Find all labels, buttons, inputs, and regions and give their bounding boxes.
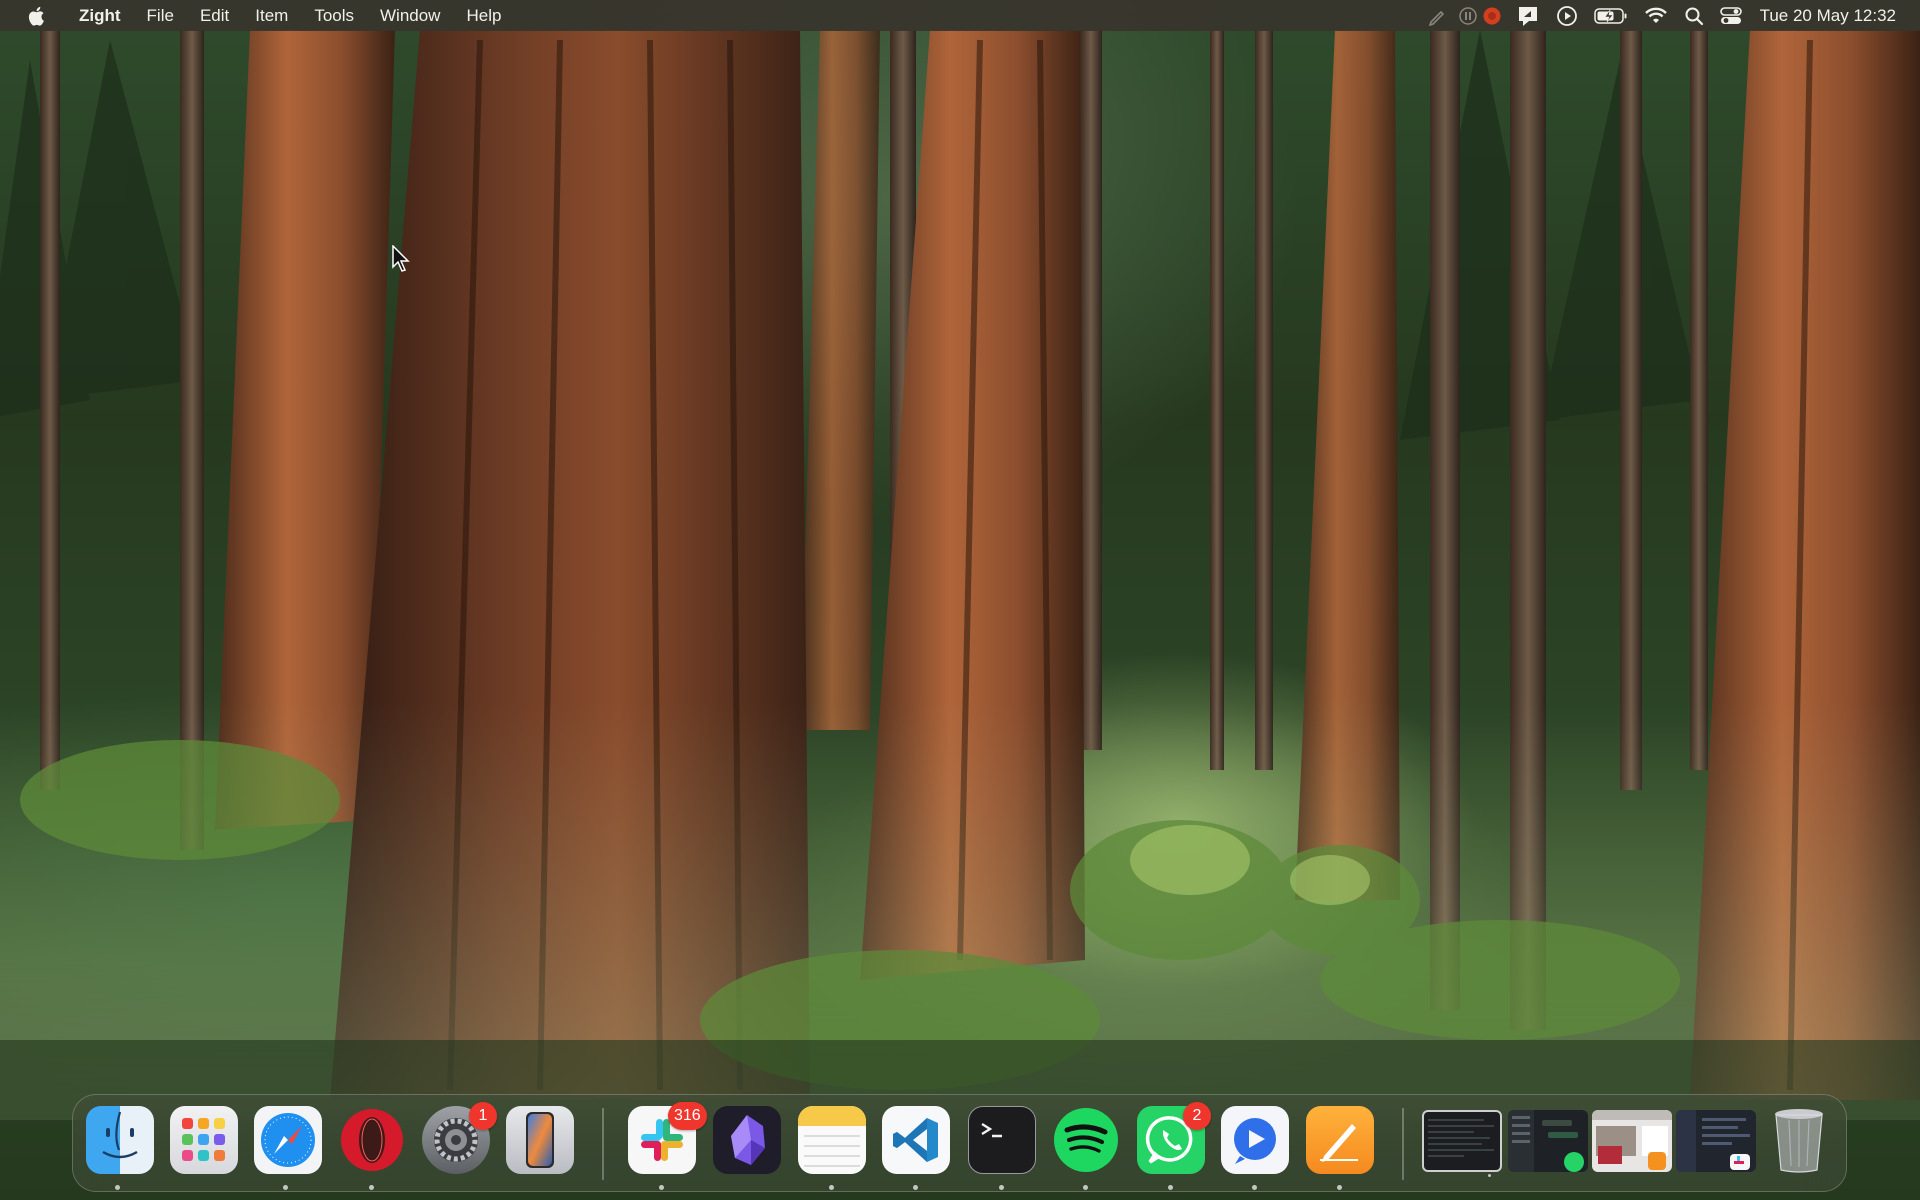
recent-window-whatsapp[interactable] bbox=[1508, 1110, 1588, 1172]
launchpad-icon bbox=[182, 1118, 225, 1161]
menubar-clock[interactable]: Tue 20 May 12:32 bbox=[1760, 6, 1896, 26]
running-indicator bbox=[369, 1185, 374, 1190]
recent-window-terminal[interactable] bbox=[1422, 1110, 1502, 1172]
status-area: Tue 20 May 12:32 bbox=[1420, 0, 1920, 31]
obsidian-icon bbox=[731, 1115, 765, 1165]
running-indicator bbox=[1337, 1185, 1342, 1190]
menu-edit[interactable]: Edit bbox=[187, 0, 242, 31]
running-indicator bbox=[1083, 1185, 1088, 1190]
dock-app-obsidian[interactable] bbox=[713, 1106, 781, 1174]
trash-icon bbox=[1775, 1109, 1823, 1173]
dock-app-safari[interactable] bbox=[254, 1106, 322, 1174]
whatsapp-badge: 2 bbox=[1183, 1102, 1211, 1130]
running-indicator bbox=[999, 1185, 1004, 1190]
running-indicator bbox=[1252, 1185, 1257, 1190]
dock-trash[interactable] bbox=[1765, 1106, 1833, 1174]
running-indicator bbox=[1168, 1185, 1173, 1190]
opera-icon bbox=[341, 1109, 403, 1171]
dock-separator bbox=[602, 1108, 604, 1180]
terminal-icon bbox=[981, 1122, 1002, 1138]
iphone-mirroring-icon bbox=[526, 1112, 554, 1168]
running-indicator bbox=[829, 1185, 834, 1190]
running-indicator bbox=[283, 1185, 288, 1190]
menu-app-name[interactable]: Zight bbox=[66, 0, 134, 31]
pen-icon[interactable] bbox=[1428, 0, 1448, 31]
settings-badge: 1 bbox=[469, 1102, 497, 1130]
notes-icon bbox=[798, 1106, 866, 1167]
safari-icon bbox=[261, 1113, 315, 1167]
dock-app-opera[interactable] bbox=[338, 1106, 406, 1174]
running-indicator bbox=[659, 1185, 664, 1190]
whatsapp-thumbnail-icon bbox=[1508, 1110, 1584, 1172]
menu-tools[interactable]: Tools bbox=[301, 0, 367, 31]
search-icon[interactable] bbox=[1684, 0, 1704, 31]
menu-bar: Zight File Edit Item Tools Window Help T… bbox=[0, 0, 1920, 31]
menu-help[interactable]: Help bbox=[453, 0, 514, 31]
dock-app-pencil[interactable] bbox=[1306, 1106, 1374, 1174]
zight-icon bbox=[1234, 1118, 1276, 1164]
terminal-thumbnail-icon bbox=[1428, 1119, 1494, 1157]
pencil-icon bbox=[1320, 1124, 1358, 1162]
play-circle-icon[interactable] bbox=[1556, 0, 1578, 31]
menu-item[interactable]: Item bbox=[242, 0, 301, 31]
menu-file[interactable]: File bbox=[134, 0, 187, 31]
finder-icon bbox=[102, 1111, 138, 1159]
control-center-icon[interactable] bbox=[1719, 0, 1742, 31]
pause-recording-icon[interactable] bbox=[1458, 0, 1478, 31]
vscode-icon bbox=[893, 1118, 938, 1162]
dock-app-vscode[interactable] bbox=[882, 1106, 950, 1174]
running-indicator bbox=[115, 1185, 120, 1190]
desktop-wallpaper bbox=[0, 0, 1920, 1200]
slack-thumbnail-icon bbox=[1676, 1110, 1750, 1172]
recent-window-slack[interactable] bbox=[1676, 1110, 1756, 1172]
mouse-cursor-icon bbox=[392, 244, 410, 278]
dock-app-launchpad[interactable] bbox=[170, 1106, 238, 1174]
dock-app-finder[interactable] bbox=[86, 1106, 154, 1174]
menu-window[interactable]: Window bbox=[367, 0, 453, 31]
dock-app-notes[interactable] bbox=[798, 1106, 866, 1174]
slack-badge: 316 bbox=[668, 1102, 707, 1130]
wifi-icon[interactable] bbox=[1644, 0, 1668, 31]
apple-menu-icon[interactable] bbox=[24, 3, 50, 29]
recent-window-sketch[interactable] bbox=[1592, 1110, 1672, 1172]
running-indicator bbox=[913, 1185, 918, 1190]
dock-separator bbox=[1402, 1108, 1404, 1180]
battery-charging-icon[interactable] bbox=[1593, 0, 1628, 31]
dock-app-terminal[interactable] bbox=[968, 1106, 1036, 1174]
dock-app-zight[interactable] bbox=[1221, 1106, 1289, 1174]
zight-icon[interactable] bbox=[1516, 0, 1540, 31]
more-indicator bbox=[1488, 1174, 1491, 1177]
forest-illustration bbox=[0, 30, 1920, 1200]
spotify-icon bbox=[1054, 1108, 1118, 1172]
dock-app-spotify[interactable] bbox=[1052, 1106, 1120, 1174]
sketch-thumbnail-icon bbox=[1592, 1110, 1672, 1170]
dock-app-iphone-mirroring[interactable] bbox=[506, 1106, 574, 1174]
stop-recording-icon[interactable] bbox=[1482, 0, 1502, 31]
